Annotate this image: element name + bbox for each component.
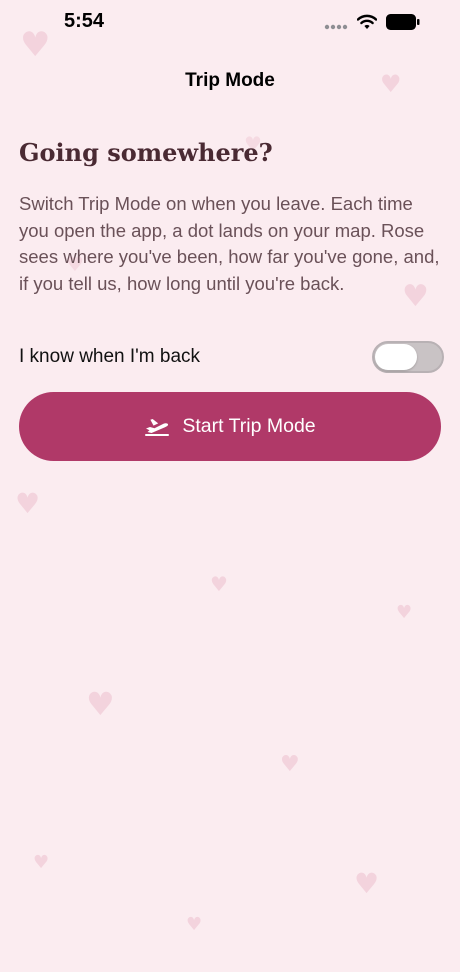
heart-icon: ♥ — [186, 914, 203, 935]
heart-icon: ♥ — [396, 602, 413, 623]
heart-icon: ♥ — [280, 752, 300, 777]
heart-icon: ♥ — [33, 852, 50, 873]
return-date-toggle-row: I know when I'm back — [19, 340, 444, 376]
toggle-label: I know when I'm back — [19, 346, 201, 367]
start-trip-mode-button[interactable]: Start Trip Mode — [19, 392, 441, 461]
heart-icon: ♥ — [210, 572, 228, 596]
status-icons — [324, 14, 420, 34]
heart-icon: ♥ — [86, 685, 115, 723]
description-text: Switch Trip Mode on when you leave. Each… — [19, 193, 440, 294]
status-time: 5:54 — [64, 10, 105, 32]
heart-icon: ♥ — [15, 487, 41, 520]
status-bar: 5:54 — [0, 0, 460, 48]
heart-icon: ♥ — [354, 867, 380, 900]
page-title: Trip Mode — [185, 70, 275, 91]
signal-dots-icon — [324, 15, 348, 34]
start-button-label: Start Trip Mode — [182, 415, 316, 437]
airplane-takeoff-icon — [144, 414, 170, 439]
headline: Going somewhere? — [19, 138, 273, 167]
return-date-toggle[interactable] — [372, 341, 444, 373]
wifi-icon — [356, 14, 378, 34]
battery-icon — [386, 14, 420, 34]
toggle-knob — [375, 344, 417, 370]
